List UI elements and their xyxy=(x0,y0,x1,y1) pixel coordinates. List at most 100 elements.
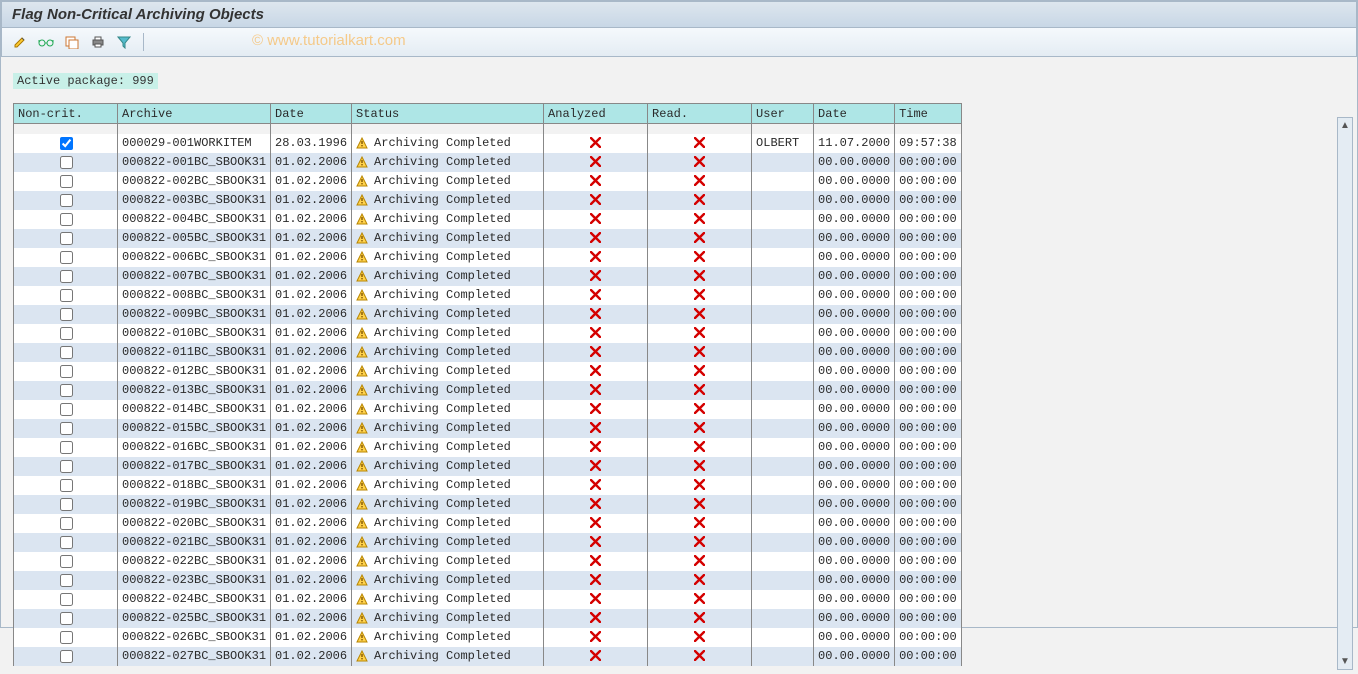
time-cell: 00:00:00 xyxy=(895,286,962,305)
status-cell: Archiving Completed xyxy=(352,381,544,400)
user-cell xyxy=(752,514,814,533)
archive-table: Non-crit. Archive Date Status Analyzed R… xyxy=(13,103,962,666)
analyzed-cell xyxy=(544,305,648,324)
noncrit-checkbox[interactable] xyxy=(60,346,73,359)
noncrit-checkbox[interactable] xyxy=(60,194,73,207)
table-row: 000822-011BC_SBOOK3101.02.2006Archiving … xyxy=(14,343,962,362)
analyzed-cell xyxy=(544,476,648,495)
date-cell: 01.02.2006 xyxy=(271,343,352,362)
time-cell: 00:00:00 xyxy=(895,229,962,248)
read-cell xyxy=(648,172,752,191)
noncrit-checkbox[interactable] xyxy=(60,384,73,397)
time-cell: 00:00:00 xyxy=(895,248,962,267)
noncrit-checkbox[interactable] xyxy=(60,365,73,378)
noncrit-checkbox[interactable] xyxy=(60,612,73,625)
analyzed-cell xyxy=(544,438,648,457)
x-icon xyxy=(694,155,705,169)
archive-cell: 000822-004BC_SBOOK31 xyxy=(118,210,271,229)
noncrit-checkbox[interactable] xyxy=(60,422,73,435)
glasses-icon[interactable] xyxy=(36,32,56,52)
time-cell: 00:00:00 xyxy=(895,305,962,324)
table-row: 000822-021BC_SBOOK3101.02.2006Archiving … xyxy=(14,533,962,552)
col-header-archive[interactable]: Archive xyxy=(118,104,271,124)
col-header-read[interactable]: Read. xyxy=(648,104,752,124)
noncrit-checkbox[interactable] xyxy=(60,631,73,644)
noncrit-checkbox[interactable] xyxy=(60,517,73,530)
noncrit-checkbox[interactable] xyxy=(60,232,73,245)
user-cell xyxy=(752,381,814,400)
status-text: Archiving Completed xyxy=(374,250,511,264)
archive-cell: 000822-012BC_SBOOK31 xyxy=(118,362,271,381)
col-header-status[interactable]: Status xyxy=(352,104,544,124)
col-header-time[interactable]: Time xyxy=(895,104,962,124)
noncrit-checkbox[interactable] xyxy=(60,593,73,606)
noncrit-checkbox[interactable] xyxy=(60,460,73,473)
date-cell: 01.02.2006 xyxy=(271,571,352,590)
noncrit-checkbox[interactable] xyxy=(60,479,73,492)
table-row: 000822-007BC_SBOOK3101.02.2006Archiving … xyxy=(14,267,962,286)
col-header-noncrit[interactable]: Non-crit. xyxy=(14,104,118,124)
date2-cell: 00.00.0000 xyxy=(814,229,895,248)
user-cell xyxy=(752,647,814,666)
archive-cell: 000822-016BC_SBOOK31 xyxy=(118,438,271,457)
noncrit-checkbox[interactable] xyxy=(60,270,73,283)
noncrit-checkbox[interactable] xyxy=(60,498,73,511)
date2-cell: 00.00.0000 xyxy=(814,172,895,191)
noncrit-checkbox[interactable] xyxy=(60,441,73,454)
date2-cell: 00.00.0000 xyxy=(814,495,895,514)
vertical-scrollbar[interactable]: ▲ ▼ xyxy=(1337,117,1353,670)
warning-icon xyxy=(356,478,368,492)
x-icon xyxy=(694,345,705,359)
analyzed-cell xyxy=(544,267,648,286)
noncrit-checkbox[interactable] xyxy=(60,536,73,549)
analyzed-cell xyxy=(544,552,648,571)
x-icon xyxy=(694,402,705,416)
col-header-date[interactable]: Date xyxy=(271,104,352,124)
filter-icon[interactable] xyxy=(114,32,134,52)
x-icon xyxy=(590,592,601,606)
noncrit-checkbox[interactable] xyxy=(60,403,73,416)
scroll-up-icon[interactable]: ▲ xyxy=(1338,118,1352,133)
analyzed-cell xyxy=(544,628,648,647)
status-cell: Archiving Completed xyxy=(352,343,544,362)
noncrit-checkbox[interactable] xyxy=(60,251,73,264)
analyzed-cell xyxy=(544,400,648,419)
status-cell: Archiving Completed xyxy=(352,362,544,381)
x-icon xyxy=(590,136,601,150)
date2-cell: 00.00.0000 xyxy=(814,324,895,343)
dropdown-icon[interactable] xyxy=(62,32,82,52)
scroll-down-icon[interactable]: ▼ xyxy=(1338,654,1352,669)
noncrit-checkbox[interactable] xyxy=(60,289,73,302)
status-cell: Archiving Completed xyxy=(352,533,544,552)
noncrit-checkbox[interactable] xyxy=(60,137,73,150)
status-cell: Archiving Completed xyxy=(352,590,544,609)
x-icon xyxy=(694,269,705,283)
col-header-analyzed[interactable]: Analyzed xyxy=(544,104,648,124)
col-header-user[interactable]: User xyxy=(752,104,814,124)
noncrit-checkbox[interactable] xyxy=(60,213,73,226)
noncrit-checkbox[interactable] xyxy=(60,327,73,340)
noncrit-checkbox[interactable] xyxy=(60,156,73,169)
noncrit-checkbox[interactable] xyxy=(60,308,73,321)
noncrit-checkbox[interactable] xyxy=(60,650,73,663)
table-row: 000822-009BC_SBOOK3101.02.2006Archiving … xyxy=(14,305,962,324)
status-text: Archiving Completed xyxy=(374,649,511,663)
warning-icon xyxy=(356,364,368,378)
date-cell: 01.02.2006 xyxy=(271,248,352,267)
archive-cell: 000822-002BC_SBOOK31 xyxy=(118,172,271,191)
noncrit-checkbox[interactable] xyxy=(60,175,73,188)
noncrit-checkbox[interactable] xyxy=(60,555,73,568)
table-row: 000822-015BC_SBOOK3101.02.2006Archiving … xyxy=(14,419,962,438)
user-cell xyxy=(752,286,814,305)
read-cell xyxy=(648,324,752,343)
print-icon[interactable] xyxy=(88,32,108,52)
status-text: Archiving Completed xyxy=(374,364,511,378)
col-header-date2[interactable]: Date xyxy=(814,104,895,124)
x-icon xyxy=(590,193,601,207)
pencil-icon[interactable] xyxy=(10,32,30,52)
date2-cell: 00.00.0000 xyxy=(814,571,895,590)
x-icon xyxy=(694,630,705,644)
read-cell xyxy=(648,533,752,552)
x-icon xyxy=(590,649,601,663)
noncrit-checkbox[interactable] xyxy=(60,574,73,587)
